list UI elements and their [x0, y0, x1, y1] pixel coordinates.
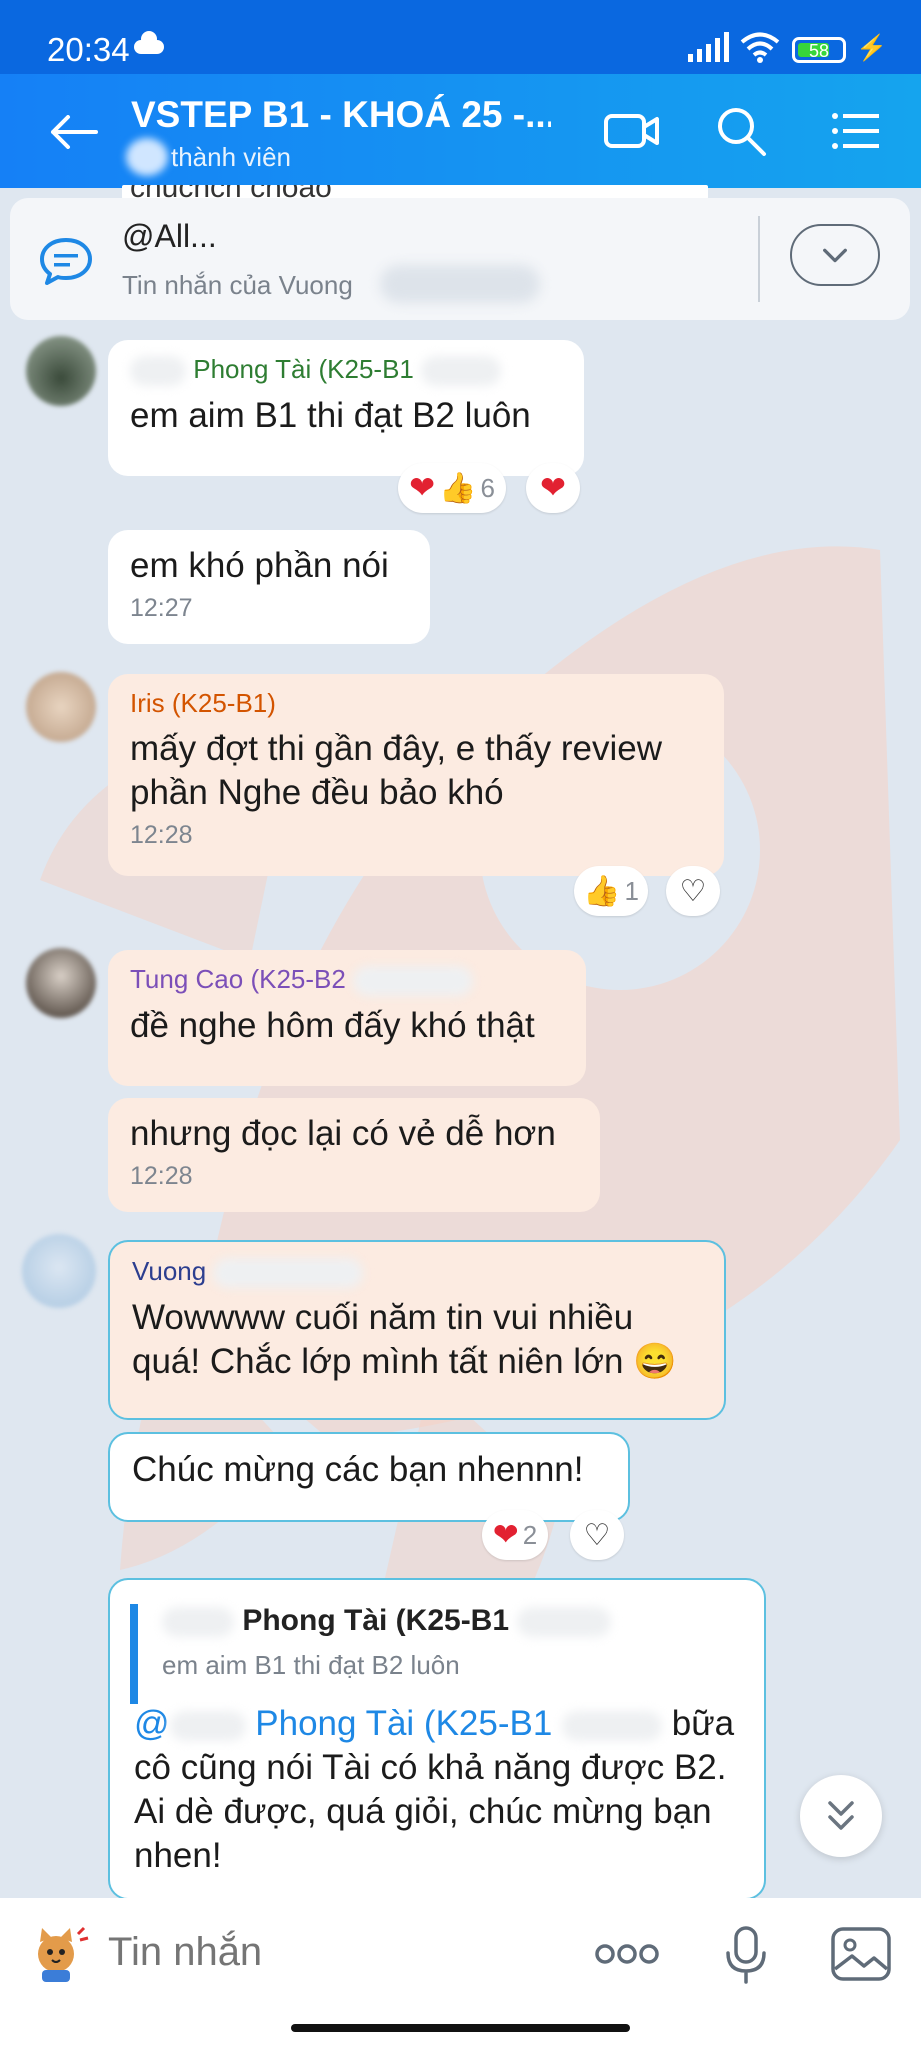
- message-input[interactable]: [108, 1930, 568, 1975]
- sender-name: Phong Tài (K25-B1: [130, 354, 562, 387]
- pinned-subtitle: Tin nhắn của Vuong: [122, 270, 353, 300]
- quoted-message[interactable]: Phong Tài (K25-B1 em aim B1 thi đạt B2 l…: [130, 1604, 690, 1704]
- previous-message-peek: chuchch choao: [122, 185, 708, 199]
- image-gallery-icon[interactable]: [830, 1926, 892, 1982]
- message-bubble[interactable]: nhưng đọc lại có vẻ dễ hơn 12:28: [108, 1098, 600, 1212]
- signal-icon: [688, 32, 729, 62]
- quoted-text: em aim B1 thi đạt B2 luôn: [162, 1650, 460, 1680]
- message-bubble[interactable]: Iris (K25-B1) mấy đợt thi gần đây, e thấ…: [108, 674, 724, 876]
- battery-icon: 58: [792, 37, 846, 63]
- message-text: em khó phần nói: [130, 546, 389, 585]
- pinned-title: @All...: [122, 218, 217, 254]
- sender-name: Tung Cao (K25-B2: [130, 964, 564, 997]
- search-icon[interactable]: [712, 102, 770, 160]
- mention-at: @: [134, 1704, 170, 1743]
- react-button[interactable]: ❤: [526, 463, 580, 513]
- message-text: nhưng đọc lại có vẻ dễ hơn: [130, 1114, 556, 1153]
- reaction-count: 1: [624, 875, 639, 906]
- wifi-icon: [740, 32, 780, 63]
- chevron-down-icon[interactable]: [790, 224, 880, 286]
- heart-icon: ❤: [409, 470, 436, 505]
- microphone-icon[interactable]: [724, 1925, 768, 1985]
- sender-name: Vuong: [132, 1256, 702, 1289]
- sender-name: Iris (K25-B1): [130, 688, 276, 718]
- react-button[interactable]: ♡: [666, 866, 720, 916]
- message-bubble[interactable]: Phong Tài (K25-B1 em aim B1 thi đạt B2 l…: [108, 340, 584, 476]
- react-button[interactable]: ♡: [570, 1510, 624, 1560]
- heart-outline-icon: ♡: [583, 1518, 611, 1552]
- message-bubble[interactable]: Tung Cao (K25-B2 đề nghe hôm đấy khó thậ…: [108, 950, 586, 1086]
- message-text: em aim B1 thi đạt B2 luôn: [130, 396, 531, 436]
- reaction-count: 2: [522, 1519, 538, 1550]
- double-chevron-down-icon: [828, 1801, 854, 1830]
- battery-level: 58: [808, 41, 830, 61]
- status-bar: 20:34 58 ⚡: [0, 0, 921, 74]
- back-arrow-icon[interactable]: [50, 115, 98, 149]
- status-time: 20:34: [47, 31, 130, 68]
- charging-icon: ⚡: [856, 34, 888, 62]
- quoted-sender: Phong Tài (K25-B1: [162, 1604, 690, 1638]
- message-composer: [0, 1898, 921, 2048]
- message-bubble[interactable]: em khó phần nói 12:27: [108, 530, 430, 644]
- mention[interactable]: Phong Tài (K25-B1: [255, 1704, 552, 1743]
- menu-list-icon[interactable]: [826, 102, 884, 160]
- message-text: mấy đợt thi gần đây, e thấy review phần …: [130, 729, 663, 812]
- message-text: Chúc mừng các bạn nhennn!: [132, 1450, 584, 1489]
- message-time: 12:27: [130, 594, 193, 622]
- video-call-icon[interactable]: [603, 102, 661, 160]
- thumbs-up-icon: 👍: [583, 874, 621, 908]
- message-text: đề nghe hôm đấy khó thật: [130, 1006, 535, 1046]
- divider: [758, 216, 760, 302]
- reply-body: cô cũng nói Tài có khả năng được B2. Ai …: [134, 1748, 727, 1875]
- avatar-phong[interactable]: [26, 336, 96, 406]
- message-time: 12:28: [130, 1162, 193, 1190]
- chat-bubble-icon: [40, 238, 92, 285]
- member-count-label: thành viên: [171, 142, 291, 172]
- sticker-icon[interactable]: [28, 1924, 90, 1986]
- avatar-vuong[interactable]: [22, 1234, 96, 1308]
- blurred-name: [380, 265, 540, 303]
- reply-message-bubble[interactable]: Phong Tài (K25-B1 em aim B1 thi đạt B2 l…: [108, 1578, 766, 1900]
- pinned-message-bar[interactable]: @All... Tin nhắn của Vuong: [10, 198, 910, 320]
- message-time: 12:28: [130, 821, 193, 849]
- home-indicator[interactable]: [291, 2024, 630, 2032]
- reaction-count: 6: [480, 472, 495, 503]
- heart-icon: ❤: [492, 1517, 519, 1552]
- thumbs-up-icon: 👍: [439, 471, 477, 505]
- reaction-summary[interactable]: ❤ 2: [482, 1510, 548, 1560]
- message-bubble[interactable]: Chúc mừng các bạn nhennn!: [108, 1432, 630, 1522]
- heart-outline-icon: ♡: [679, 874, 707, 908]
- chat-header: VSTEP B1 - KHOÁ 25 -... thành viên: [0, 74, 921, 188]
- avatar-iris[interactable]: [26, 672, 96, 742]
- more-options-icon[interactable]: [595, 1943, 659, 1965]
- reaction-summary[interactable]: 👍 1: [574, 866, 648, 916]
- member-count-blurred: [126, 138, 168, 176]
- message-text: @ Phong Tài (K25-B1 bữa cô cũng nói Tài …: [134, 1702, 754, 1878]
- reaction-summary[interactable]: ❤ 👍 6: [398, 463, 506, 513]
- group-title[interactable]: VSTEP B1 - KHOÁ 25 -...: [131, 94, 551, 136]
- cloud-icon: [134, 31, 164, 54]
- text-after-mention: bữa: [671, 1704, 735, 1743]
- scroll-to-bottom-button[interactable]: [800, 1775, 882, 1857]
- message-text: Wowwww cuối năm tin vui nhiều quá! Chắc …: [132, 1298, 677, 1382]
- avatar-tung[interactable]: [26, 948, 96, 1018]
- message-bubble[interactable]: Vuong Wowwww cuối năm tin vui nhiều quá!…: [108, 1240, 726, 1420]
- heart-icon: ❤: [540, 470, 566, 505]
